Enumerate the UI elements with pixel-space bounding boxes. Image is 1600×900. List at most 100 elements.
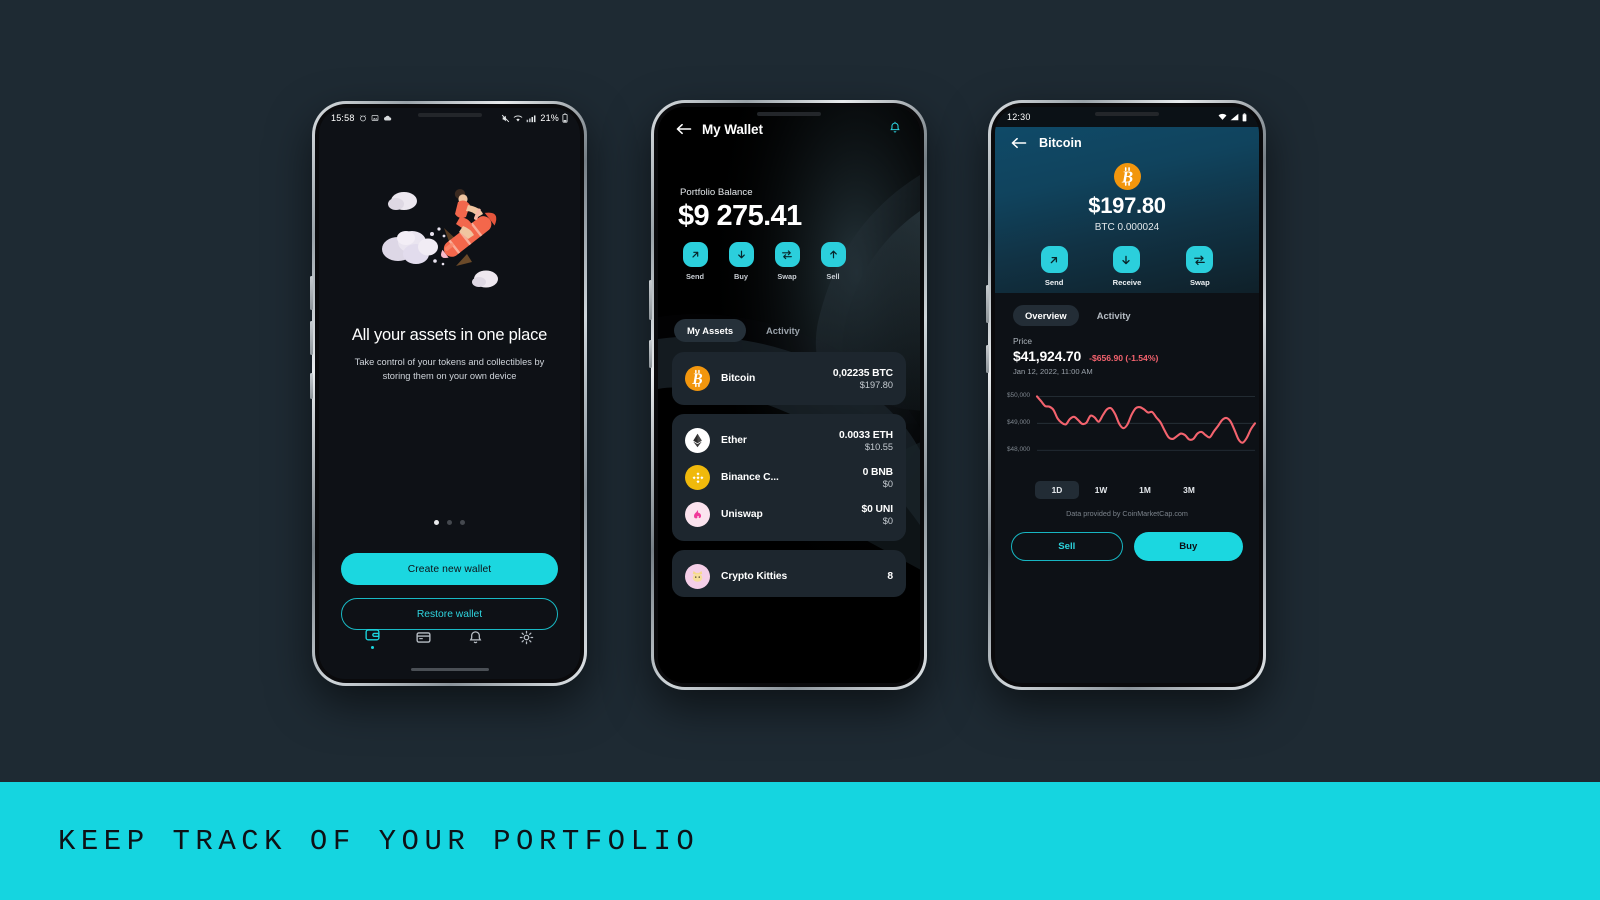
signal-icon <box>1230 113 1239 121</box>
uniswap-icon <box>685 502 710 527</box>
coin-title: Bitcoin <box>1039 136 1082 150</box>
phone3-volume-button[interactable] <box>986 285 989 323</box>
phone1-actions: Create new wallet Restore wallet <box>319 553 580 630</box>
action-sell[interactable]: Sell <box>818 242 848 281</box>
arrow-down-icon <box>1112 246 1140 273</box>
pager-dot-3[interactable] <box>460 520 465 525</box>
status-time: 15:58 <box>331 113 355 123</box>
action-send[interactable]: Send <box>1040 246 1068 287</box>
binance-icon <box>685 465 710 490</box>
phone2-power-button[interactable] <box>649 340 652 368</box>
cryptokitties-icon <box>685 564 710 589</box>
alarm-icon <box>359 115 366 122</box>
nav-item-settings[interactable] <box>518 629 535 646</box>
asset-amount: 0,02235 BTC <box>832 367 893 379</box>
price-block: Price $41,924.70 -$656.90 (-1.54%) Jan 1… <box>995 326 1259 376</box>
battery-icon <box>562 113 568 123</box>
phone3-screen: 12:30 Bitcoin B $197.80 BTC 0.000024 Sen… <box>995 107 1259 683</box>
list-item[interactable]: Ether 0.0033 ETH $10.55 <box>685 422 893 459</box>
wallet-actions: Send Buy Swap Sell <box>680 242 920 281</box>
back-arrow-icon[interactable] <box>1011 136 1027 150</box>
rocket-illustration <box>360 174 540 304</box>
asset-card-bitcoin[interactable]: B Bitcoin 0,02235 BTC $197.80 <box>672 352 906 405</box>
phone1-status-icons: 21% <box>501 113 568 123</box>
phone1-power-button[interactable] <box>310 373 313 399</box>
action-swap[interactable]: Swap <box>772 242 802 281</box>
phone3-status-icons <box>1218 112 1247 122</box>
price-row: $41,924.70 -$656.90 (-1.54%) <box>1013 348 1241 364</box>
wallet-tabs: My Assets Activity <box>674 319 920 342</box>
sell-button[interactable]: Sell <box>1011 532 1123 561</box>
phone3-power-button[interactable] <box>986 345 989 373</box>
range-1m[interactable]: 1M <box>1123 481 1167 499</box>
action-receive[interactable]: Receive <box>1112 246 1142 287</box>
image-icon <box>371 115 378 121</box>
coin-tabs: Overview Activity <box>995 293 1259 326</box>
asset-name: Crypto Kitties <box>721 571 788 582</box>
status-time: 12:30 <box>1007 112 1031 122</box>
swap-arrows-icon <box>1186 246 1214 273</box>
range-selector: 1D 1W 1M 3M <box>995 473 1259 499</box>
asset-amount: 8 <box>887 571 893 582</box>
svg-text:B: B <box>1120 168 1132 187</box>
action-buy-label: Buy <box>734 272 748 281</box>
phone2-volume-button[interactable] <box>649 280 652 320</box>
phone-onboarding: 15:58 21% All your assets in one place T… <box>310 101 587 686</box>
page-title: All your assets in one place <box>351 326 548 344</box>
action-buy[interactable]: Buy <box>726 242 756 281</box>
price-chart-svg <box>1035 395 1257 451</box>
nav-item-notifications[interactable] <box>467 629 484 646</box>
mute-icon <box>502 114 510 122</box>
back-arrow-icon[interactable] <box>676 122 692 136</box>
pager-dot-2[interactable] <box>447 520 452 525</box>
ethereum-icon <box>685 428 710 453</box>
notifications-button[interactable] <box>888 121 902 140</box>
list-item[interactable]: B Bitcoin 0,02235 BTC $197.80 <box>685 360 893 397</box>
asset-values: 0 BNB $0 <box>863 467 894 489</box>
action-swap[interactable]: Swap <box>1186 246 1214 287</box>
nav-item-wallet[interactable] <box>364 626 381 649</box>
signal-icon <box>526 114 536 122</box>
range-1d[interactable]: 1D <box>1035 481 1079 499</box>
phone1-screen: 15:58 21% All your assets in one place T… <box>319 108 580 679</box>
tab-overview[interactable]: Overview <box>1013 305 1079 326</box>
phone1-volume-up-button[interactable] <box>310 276 313 310</box>
tab-activity[interactable]: Activity <box>753 319 813 342</box>
action-send[interactable]: Send <box>680 242 710 281</box>
bottom-banner: KEEP TRACK OF YOUR PORTFOLIO <box>0 782 1600 900</box>
phone1-status-bar: 15:58 21% <box>319 108 580 128</box>
wifi-icon <box>1218 113 1227 120</box>
price-label: Price <box>1013 336 1033 346</box>
arrow-up-right-icon <box>1040 246 1068 273</box>
phone1-content: All your assets in one place Take contro… <box>319 128 580 679</box>
phone2-earpiece <box>757 112 821 116</box>
tab-my-assets[interactable]: My Assets <box>674 319 747 342</box>
cloud-icon <box>383 115 391 121</box>
action-receive-label: Receive <box>1112 278 1142 287</box>
asset-name: Bitcoin <box>721 373 756 384</box>
tab-activity[interactable]: Activity <box>1085 305 1143 326</box>
action-send-label: Send <box>1044 278 1064 287</box>
phone2-content: My Wallet Portfolio Balance $9 275.41 Se… <box>658 107 920 683</box>
range-3m[interactable]: 3M <box>1167 481 1211 499</box>
pager-dots[interactable] <box>434 520 465 525</box>
page-subtitle: Take control of your tokens and collecti… <box>354 357 545 382</box>
battery-icon <box>1242 112 1247 121</box>
range-1w[interactable]: 1W <box>1079 481 1123 499</box>
phone-wallet: My Wallet Portfolio Balance $9 275.41 Se… <box>649 100 927 690</box>
action-swap-label: Swap <box>777 272 797 281</box>
price-chart[interactable]: $50,000 $49,000 $48,000 <box>995 385 1259 473</box>
phone1-volume-down-button[interactable] <box>310 321 313 355</box>
asset-card-cryptokitties[interactable]: Crypto Kitties 8 <box>672 550 906 597</box>
buy-button[interactable]: Buy <box>1133 532 1243 561</box>
create-new-wallet-button[interactable]: Create new wallet <box>341 553 558 585</box>
list-item[interactable]: Uniswap $0 UNI $0 <box>685 496 893 533</box>
list-item[interactable]: Binance C... 0 BNB $0 <box>685 459 893 496</box>
asset-usd: $0 <box>882 478 893 489</box>
gesture-bar[interactable] <box>410 668 489 671</box>
nav-item-cards[interactable] <box>415 629 432 646</box>
pager-dot-1[interactable] <box>434 520 439 525</box>
portfolio-balance-label: Portfolio Balance <box>680 187 753 198</box>
svg-text:B: B <box>691 371 702 388</box>
list-item[interactable]: Crypto Kitties 8 <box>685 558 893 595</box>
